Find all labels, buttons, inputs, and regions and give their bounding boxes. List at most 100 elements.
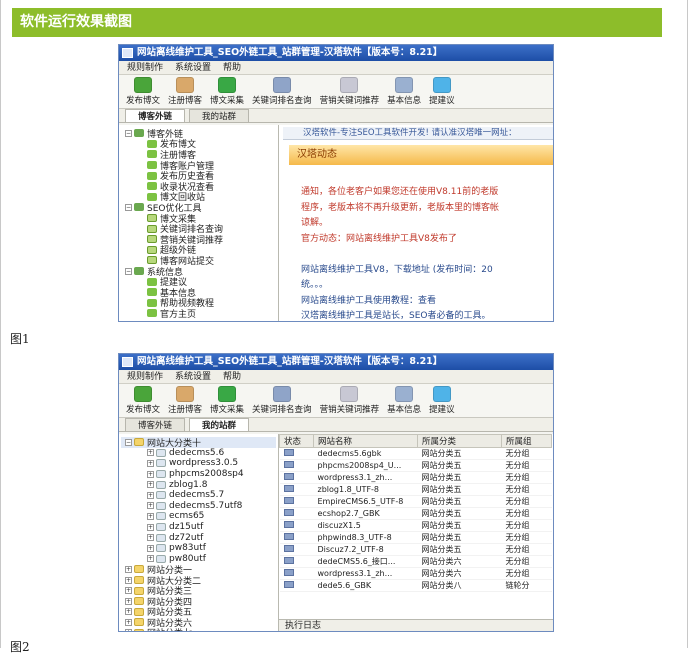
tree-node[interactable]: − 系统信息 <box>121 266 276 278</box>
expand-icon[interactable]: + <box>125 618 132 626</box>
tree-node[interactable]: + phpcms2008sp4 <box>121 469 276 480</box>
tree-node[interactable]: + 网站分类七 <box>121 628 276 631</box>
tree-node[interactable]: 发布博文 <box>121 139 276 150</box>
news-line: 统。。。 <box>301 280 329 290</box>
toolbar-button-2[interactable]: 博文采集 <box>207 75 247 108</box>
expand-icon[interactable]: + <box>147 534 154 542</box>
tree-node[interactable]: + dz15utf <box>121 522 276 533</box>
tree-node[interactable]: + 网站分类四 <box>121 596 276 608</box>
tree-node[interactable]: + 网站分类六 <box>121 617 276 629</box>
tree-node[interactable]: 博客网站提交 <box>121 255 276 267</box>
tree-node[interactable]: + pw80utf <box>121 554 276 565</box>
tree-node[interactable]: − 网站大分类十 <box>121 437 276 449</box>
tree-node[interactable]: + ecms65 <box>121 511 276 522</box>
table-row[interactable]: discuzX1.5 网站分类五 无分组 <box>279 519 552 532</box>
expand-icon[interactable]: + <box>147 470 154 478</box>
table-row[interactable]: Discuz7.2_UTF-8 网站分类五 无分组 <box>279 543 552 556</box>
expand-icon[interactable]: + <box>147 523 154 531</box>
refresh-icon <box>134 77 152 93</box>
window-titlebar: 网站离线维护工具_SEO外链工具_站群管理-汉塔软件【版本号：8.21】 <box>119 45 553 61</box>
tree-node[interactable]: − SEO优化工具 <box>121 202 276 214</box>
menu-help[interactable]: 帮助 <box>223 61 241 74</box>
tree-node[interactable]: − 博客外链 <box>121 128 276 140</box>
toolbar-button-3[interactable]: 关键词排名查询 <box>249 75 315 108</box>
toolbar-button-4[interactable]: 营销关键词推荐 <box>317 384 383 417</box>
tree-node[interactable]: + dedecms5.6 <box>121 448 276 459</box>
expand-icon[interactable]: + <box>125 608 132 616</box>
tree-node[interactable]: + zblog1.8 <box>121 479 276 490</box>
news-line: 通知，各位老客户如果您还在使用V8.11前的老版 <box>301 187 499 197</box>
tree-node[interactable]: + dz72utf <box>121 532 276 543</box>
feed-icon <box>134 129 144 138</box>
expand-icon[interactable]: + <box>147 449 154 457</box>
expand-icon[interactable]: + <box>147 502 154 510</box>
collapse-icon[interactable]: − <box>125 438 132 446</box>
expand-icon[interactable]: + <box>147 481 154 489</box>
tree-node[interactable]: 提建议 <box>121 276 276 288</box>
site-name-cell: EmpireCMS6.5_UTF-8 <box>313 495 418 508</box>
table-row[interactable]: phpcms2008sp4_U... 网站分类五 无分组 <box>279 459 552 472</box>
expand-icon[interactable]: + <box>147 491 154 499</box>
site-status-icon <box>283 557 294 564</box>
table-row[interactable]: dedecms5.6gbk 网站分类五 无分组 <box>279 447 552 460</box>
expand-icon[interactable]: + <box>125 597 132 605</box>
tab-my-sites[interactable]: 我的站群 <box>189 109 250 122</box>
toolbar-button-6[interactable]: 提建议 <box>426 384 458 417</box>
collapse-icon[interactable]: − <box>125 267 132 275</box>
toolbar-button-5[interactable]: 基本信息 <box>384 75 424 108</box>
expand-icon[interactable]: + <box>147 544 154 552</box>
expand-icon[interactable]: + <box>125 629 132 631</box>
table-row[interactable]: zblog1.8_UTF-8 网站分类五 无分组 <box>279 483 552 496</box>
table-row[interactable]: wordpress3.1_zh... 网站分类五 无分组 <box>279 471 552 484</box>
collapse-icon[interactable]: − <box>125 129 132 137</box>
table-row[interactable]: wordpress3.1_zh... 网站分类六 无分组 <box>279 567 552 580</box>
toolbar-button-6[interactable]: 提建议 <box>426 75 458 108</box>
menu-settings[interactable]: 系统设置 <box>175 61 211 74</box>
table-row[interactable]: EmpireCMS6.5_UTF-8 网站分类五 无分组 <box>279 495 552 508</box>
doc-icon <box>147 256 157 265</box>
tree-node[interactable]: + 网站大分类二 <box>121 575 276 587</box>
expand-icon[interactable]: + <box>147 555 154 563</box>
tree-node[interactable]: + dedecms5.7 <box>121 490 276 501</box>
col-status[interactable]: 状态 <box>279 434 314 448</box>
table-row[interactable]: dede5.6_GBK 网站分类八 链轮分 <box>279 579 552 592</box>
tree-node[interactable]: + pw83utf <box>121 543 276 554</box>
tab-my-sites[interactable]: 我的站群 <box>189 418 250 431</box>
toolbar-button-5[interactable]: 基本信息 <box>384 384 424 417</box>
table-row[interactable]: phpwind8.3_UTF-8 网站分类五 无分组 <box>279 531 552 544</box>
collapse-icon[interactable]: − <box>125 203 132 211</box>
col-group[interactable]: 所属组 <box>501 434 552 448</box>
group-cell: 无分组 <box>501 483 552 496</box>
expand-icon[interactable]: + <box>125 576 132 584</box>
menu-help[interactable]: 帮助 <box>223 370 241 383</box>
tree-node[interactable]: + 网站分类五 <box>121 607 276 618</box>
tree-node[interactable]: 营销关键词推荐 <box>121 234 276 246</box>
col-category[interactable]: 所属分类 <box>417 434 502 448</box>
expand-icon[interactable]: + <box>125 565 132 573</box>
menu-rules[interactable]: 规则制作 <box>127 61 163 74</box>
tree-node[interactable]: 官方主页 <box>121 308 276 320</box>
menu-settings[interactable]: 系统设置 <box>175 370 211 383</box>
tab-blog-links[interactable]: 博客外链 <box>125 418 186 431</box>
toolbar-button-1[interactable]: 注册博客 <box>165 75 205 108</box>
toolbar-button-2[interactable]: 博文采集 <box>207 384 247 417</box>
file-icon <box>156 523 166 532</box>
tree-node[interactable]: + dedecms5.7utf8 <box>121 501 276 512</box>
tab-bar: 博客外链 我的站群 <box>119 109 553 123</box>
tree-node[interactable]: + wordpress3.0.5 <box>121 458 276 469</box>
tree-node[interactable]: 帮助视频教程 <box>121 298 276 309</box>
expand-icon[interactable]: + <box>147 459 154 467</box>
menu-rules[interactable]: 规则制作 <box>127 370 163 383</box>
expand-icon[interactable]: + <box>125 587 132 595</box>
table-row[interactable]: dedeCMS5.6_接口... 网站分类六 无分组 <box>279 555 552 568</box>
toolbar-button-0[interactable]: 发布博文 <box>123 384 163 417</box>
table-row[interactable]: ecshop2.7_GBK 网站分类五 无分组 <box>279 507 552 520</box>
toolbar-button-1[interactable]: 注册博客 <box>165 384 205 417</box>
expand-icon[interactable]: + <box>147 512 154 520</box>
tree-node[interactable]: + 网站分类三 <box>121 585 276 597</box>
tab-blog-links[interactable]: 博客外链 <box>125 109 186 122</box>
toolbar-button-4[interactable]: 营销关键词推荐 <box>317 75 383 108</box>
col-site-name[interactable]: 网站名称 <box>313 434 418 448</box>
toolbar-button-0[interactable]: 发布博文 <box>123 75 163 108</box>
toolbar-button-3[interactable]: 关键词排名查询 <box>249 384 315 417</box>
